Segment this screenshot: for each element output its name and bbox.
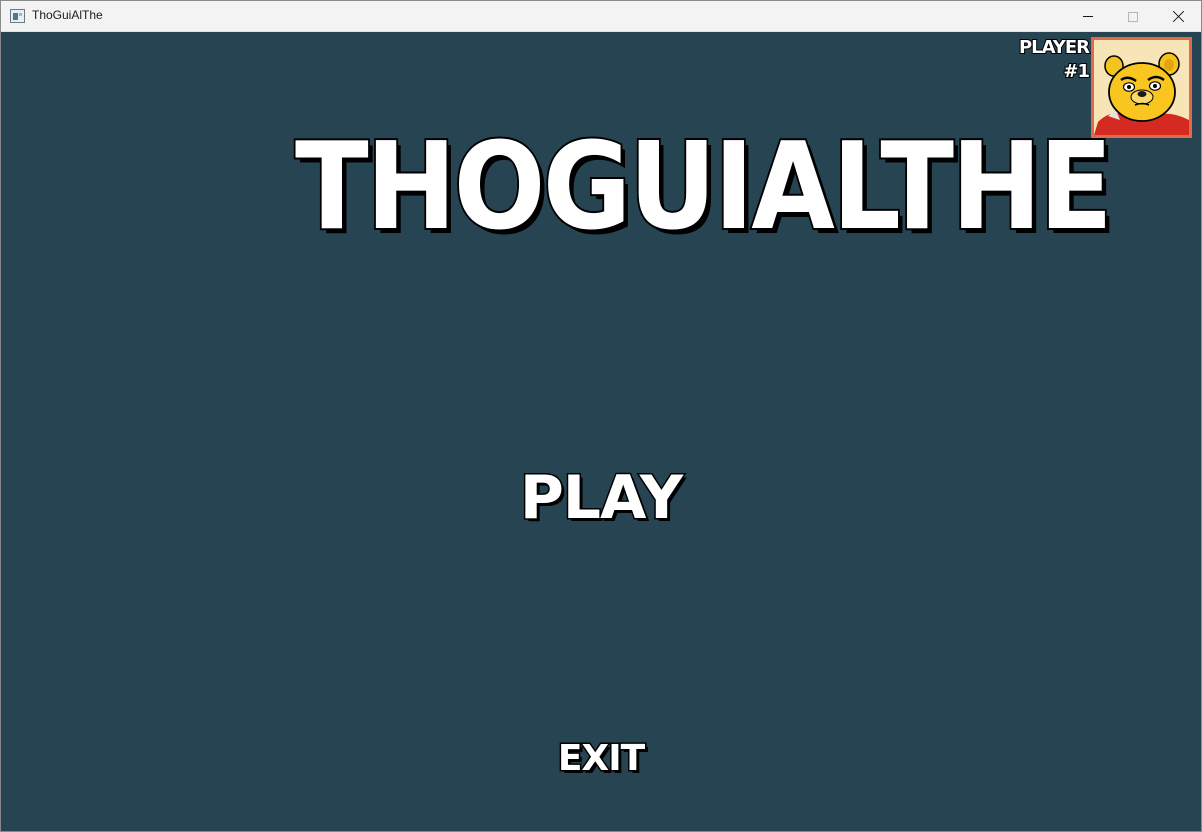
maximize-icon bbox=[1128, 11, 1138, 22]
play-button[interactable]: PLAY bbox=[501, 458, 701, 538]
exit-button[interactable]: EXIT bbox=[541, 734, 661, 784]
maximize-button[interactable] bbox=[1110, 1, 1156, 32]
title-bar[interactable]: ThoGuiAlThe bbox=[1, 1, 1201, 32]
close-icon bbox=[1172, 10, 1185, 23]
close-button[interactable] bbox=[1155, 1, 1201, 32]
player-label: PLAYER #1 bbox=[1018, 36, 1091, 83]
minimize-icon bbox=[1083, 16, 1093, 17]
bear-face-icon bbox=[1094, 52, 1189, 135]
game-title: THOGUIALTHE bbox=[293, 116, 1114, 259]
player-avatar[interactable] bbox=[1091, 37, 1192, 138]
game-canvas: THOGUIALTHE PLAYER #1 PLAY EXIT bbox=[1, 32, 1201, 831]
app-icon bbox=[10, 9, 25, 23]
window-title: ThoGuiAlThe bbox=[32, 8, 103, 22]
app-window: ThoGuiAlThe THOGUIALTHE PLAYER #1 PLAY E… bbox=[0, 0, 1202, 832]
minimize-button[interactable] bbox=[1065, 1, 1111, 32]
